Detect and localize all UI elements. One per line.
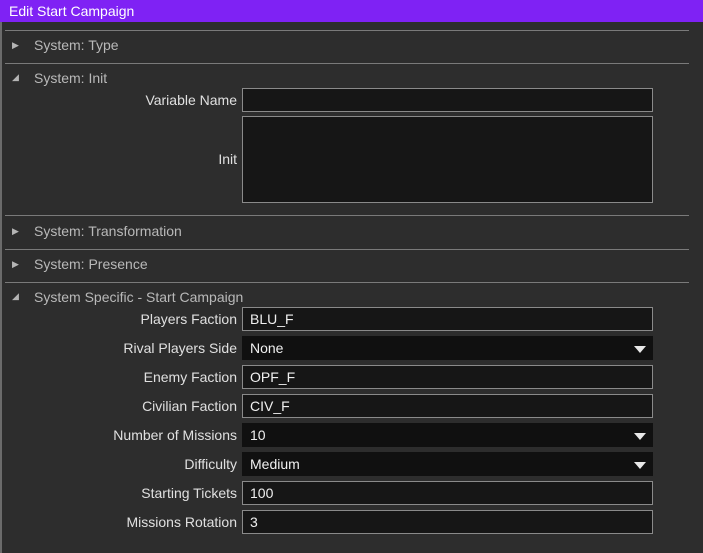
missions-rotation-label: Missions Rotation [126, 514, 238, 530]
row-init: Init [0, 116, 703, 204]
row-difficulty: Difficulty Medium [0, 452, 703, 478]
rival-players-side-value: None [250, 340, 284, 356]
section-title: System: Type [34, 37, 119, 53]
section-title: System: Init [34, 70, 108, 86]
starting-tickets-label: Starting Tickets [141, 485, 237, 501]
init-label: Init [218, 151, 237, 167]
section-title: System: Presence [34, 256, 148, 272]
number-of-missions-select[interactable]: 10 [242, 423, 653, 447]
section-title: System: Transformation [34, 223, 182, 239]
civilian-faction-label: Civilian Faction [142, 398, 237, 414]
row-variable-name: Variable Name [0, 88, 703, 114]
variable-name-input[interactable] [242, 88, 653, 112]
difficulty-label: Difficulty [184, 456, 237, 472]
expand-arrow-icon[interactable]: ▶ [12, 259, 19, 269]
missions-rotation-input[interactable]: 3 [242, 510, 653, 534]
init-textarea[interactable] [242, 116, 653, 203]
section-system-presence[interactable]: ▶ System: Presence [5, 252, 689, 276]
enemy-faction-input[interactable]: OPF_F [242, 365, 653, 389]
section-system-type[interactable]: ▶ System: Type [5, 33, 689, 57]
rival-players-side-select[interactable]: None [242, 336, 653, 360]
row-players-faction: Players Faction BLU_F [0, 307, 703, 333]
dropdown-arrow-icon[interactable] [634, 346, 646, 353]
divider [5, 30, 689, 31]
row-rival-players-side: Rival Players Side None [0, 336, 703, 362]
dropdown-arrow-icon[interactable] [634, 433, 646, 440]
rival-players-side-label: Rival Players Side [123, 340, 237, 356]
row-starting-tickets: Starting Tickets 100 [0, 481, 703, 507]
section-system-init[interactable]: ◢ System: Init [5, 66, 689, 90]
collapse-arrow-icon[interactable]: ◢ [12, 291, 19, 301]
section-system-transformation[interactable]: ▶ System: Transformation [5, 219, 689, 243]
row-civilian-faction: Civilian Faction CIV_F [0, 394, 703, 420]
number-of-missions-value: 10 [250, 427, 266, 443]
section-title: System Specific - Start Campaign [34, 289, 244, 305]
section-system-specific[interactable]: ◢ System Specific - Start Campaign [5, 285, 689, 309]
civilian-faction-input[interactable]: CIV_F [242, 394, 653, 418]
expand-arrow-icon[interactable]: ▶ [12, 40, 19, 50]
difficulty-value: Medium [250, 456, 300, 472]
divider [5, 215, 689, 216]
divider [5, 282, 689, 283]
players-faction-input[interactable]: BLU_F [242, 307, 653, 331]
collapse-arrow-icon[interactable]: ◢ [12, 72, 19, 82]
difficulty-select[interactable]: Medium [242, 452, 653, 476]
row-number-of-missions: Number of Missions 10 [0, 423, 703, 449]
divider [5, 249, 689, 250]
variable-name-label: Variable Name [145, 92, 237, 108]
dropdown-arrow-icon[interactable] [634, 462, 646, 469]
number-of-missions-label: Number of Missions [113, 427, 237, 443]
row-enemy-faction: Enemy Faction OPF_F [0, 365, 703, 391]
players-faction-label: Players Faction [140, 311, 237, 327]
row-missions-rotation: Missions Rotation 3 [0, 510, 703, 536]
divider [5, 63, 689, 64]
window-title-bar[interactable]: Edit Start Campaign [0, 0, 703, 22]
starting-tickets-input[interactable]: 100 [242, 481, 653, 505]
window-title: Edit Start Campaign [9, 3, 135, 19]
enemy-faction-label: Enemy Faction [143, 369, 237, 385]
expand-arrow-icon[interactable]: ▶ [12, 226, 19, 236]
